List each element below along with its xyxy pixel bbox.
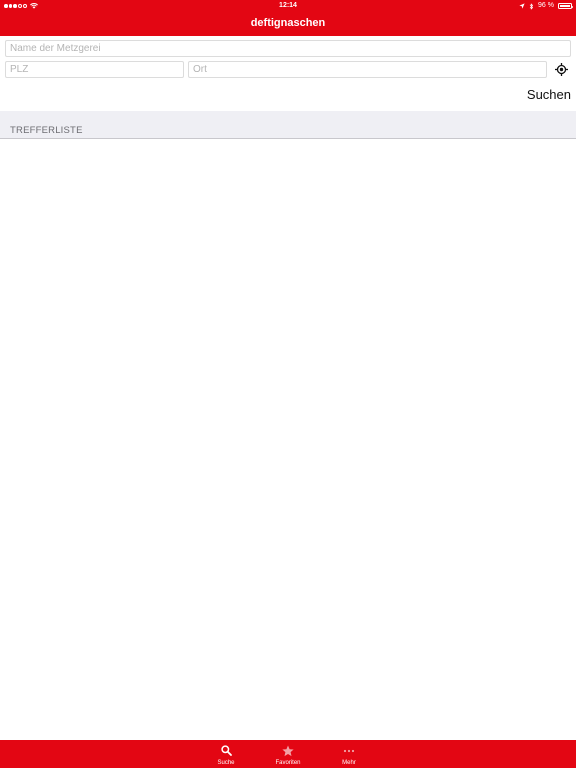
search-button[interactable]: Suchen	[527, 87, 571, 103]
search-icon	[220, 745, 232, 756]
tab-bar: Suche Favoriten Mehr	[0, 740, 576, 768]
butcher-name-input[interactable]	[5, 40, 571, 57]
app-screen: 12:14 96 % deftignaschen Name der Metzge…	[0, 0, 576, 768]
status-time: 12:14	[279, 2, 297, 9]
results-list[interactable]	[0, 139, 576, 740]
top-header: 12:14 96 % deftignaschen	[0, 0, 576, 36]
page-title: deftignaschen	[250, 17, 326, 29]
battery-fill	[559, 4, 570, 8]
results-header: TREFFERLISTE	[0, 111, 576, 139]
battery-percent: 96 %	[538, 2, 554, 9]
location-arrow-icon	[519, 3, 525, 9]
tab-favoriten-label: Favoriten	[275, 760, 301, 766]
battery-icon	[558, 3, 574, 9]
tab-favoriten[interactable]: Favoriten	[266, 740, 310, 768]
tab-mehr-label: Mehr	[342, 760, 356, 766]
status-right: 96 %	[519, 0, 574, 12]
plz-input[interactable]	[5, 61, 184, 78]
more-dots-icon	[343, 749, 355, 752]
ort-input[interactable]	[188, 61, 547, 78]
status-bar: 12:14 96 %	[0, 0, 576, 12]
tab-mehr[interactable]: Mehr	[327, 740, 371, 768]
location-target-icon	[555, 63, 568, 76]
star-icon	[282, 745, 294, 756]
bluetooth-icon	[529, 2, 534, 10]
locate-me-button[interactable]	[553, 61, 570, 78]
tab-suche-label: Suche	[217, 760, 235, 766]
tab-suche[interactable]: Suche	[204, 740, 248, 768]
results-header-title: TREFFERLISTE	[10, 125, 83, 136]
